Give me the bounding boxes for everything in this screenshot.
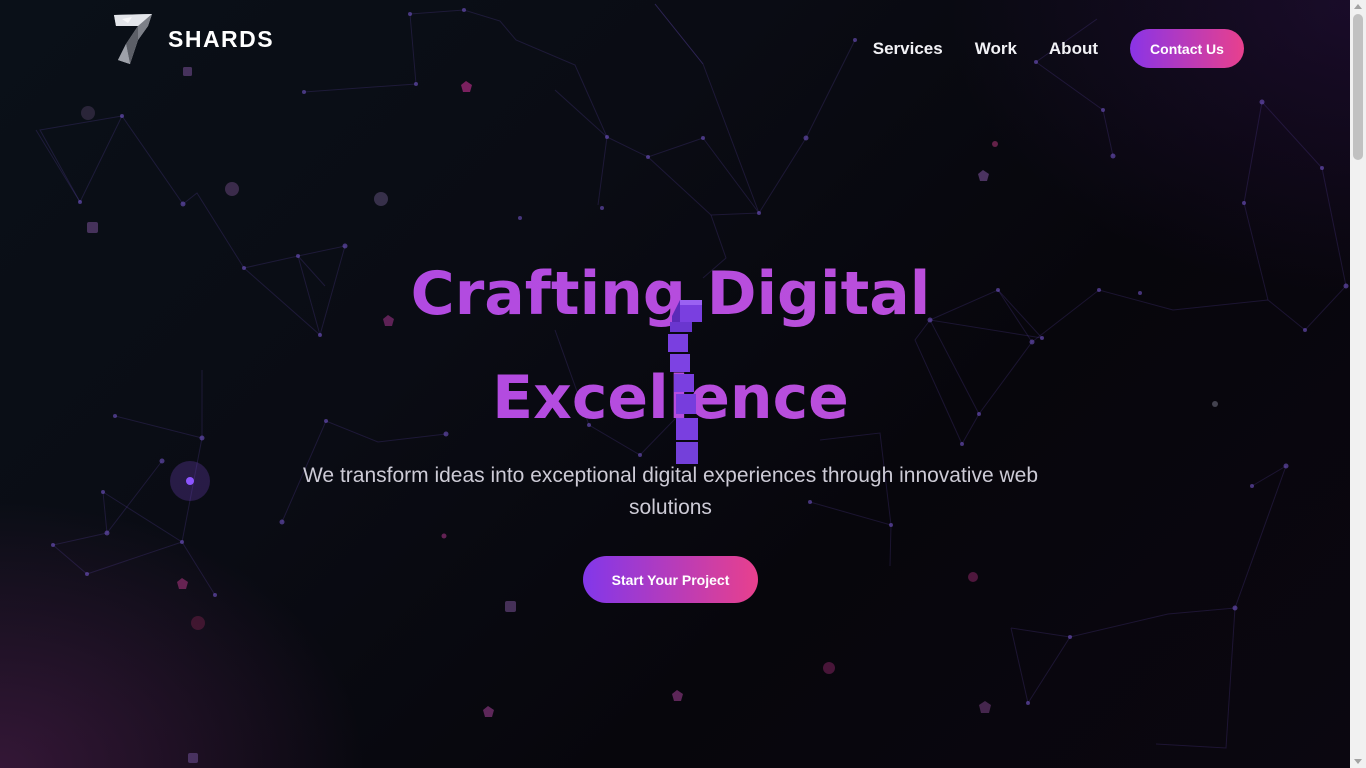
cursor-glow xyxy=(170,461,210,501)
cursor-glow-core xyxy=(186,477,194,485)
scroll-up-arrow-icon[interactable] xyxy=(1354,4,1362,9)
scrollbar-thumb[interactable] xyxy=(1353,14,1363,160)
contact-us-button[interactable]: Contact Us xyxy=(1130,29,1244,68)
brand-name: SHARDS xyxy=(168,25,275,52)
page: SHARDS Services Work About Contact Us Cr… xyxy=(0,0,1366,768)
cube-stack-graphic xyxy=(668,300,702,464)
scroll-down-arrow-icon[interactable] xyxy=(1354,759,1362,764)
nav-link-services[interactable]: Services xyxy=(873,39,943,59)
start-project-button[interactable]: Start Your Project xyxy=(583,556,758,603)
site-header: SHARDS Services Work About Contact Us xyxy=(0,0,1350,98)
nav-link-work[interactable]: Work xyxy=(975,39,1017,59)
nav-link-about[interactable]: About xyxy=(1049,39,1098,59)
brand-logo[interactable]: SHARDS xyxy=(112,14,274,64)
main-nav: Services Work About Contact Us xyxy=(873,29,1244,68)
page-scrollbar[interactable] xyxy=(1350,0,1366,768)
seven-shard-icon xyxy=(114,14,152,64)
hero-subtitle: We transform ideas into exceptional digi… xyxy=(302,464,1039,519)
